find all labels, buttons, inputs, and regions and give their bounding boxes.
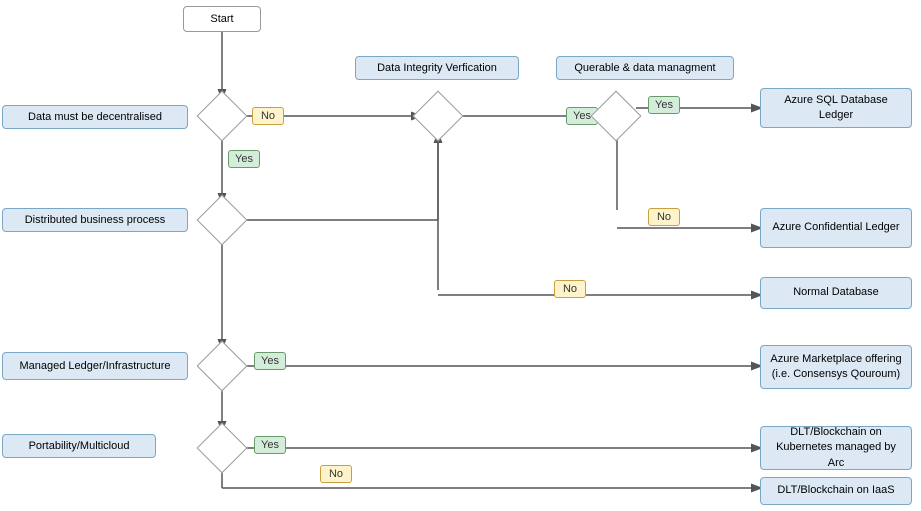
diamond-managed — [204, 348, 240, 384]
diamond-distributed — [204, 202, 240, 238]
diamond-decentralised — [204, 98, 240, 134]
result-azure-confidential: Azure Confidential Ledger — [760, 208, 912, 248]
result-dlt-kubernetes: DLT/Blockchain on Kubernetes managed by … — [760, 426, 912, 470]
label-d1-no: No — [252, 107, 284, 125]
result-dlt-iaas: DLT/Blockchain on IaaS — [760, 477, 912, 505]
header-integrity: Data Integrity Verfication — [355, 56, 519, 80]
question-portability: Portability/Multicloud — [2, 434, 156, 458]
label-d4-no: No — [320, 465, 352, 483]
label-d1-yes: Yes — [228, 150, 260, 168]
result-azure-marketplace: Azure Marketplace offering (i.e. Consens… — [760, 345, 912, 389]
result-azure-sql: Azure SQL Database Ledger — [760, 88, 912, 128]
label-d4-yes: Yes — [254, 436, 286, 454]
flowchart-diagram: Start Data Integrity Verfication Querabl… — [0, 0, 921, 511]
result-normal-db: Normal Database — [760, 277, 912, 309]
label-integrity-no: No — [554, 280, 586, 298]
diamond-querable — [598, 98, 634, 134]
label-querable-yes: Yes — [648, 96, 680, 114]
question-decentralised: Data must be decentralised — [2, 105, 188, 129]
start-node: Start — [183, 6, 261, 32]
question-managed: Managed Ledger/Infrastructure — [2, 352, 188, 380]
header-querable: Querable & data managment — [556, 56, 734, 80]
label-querable-no: No — [648, 208, 680, 226]
diamond-integrity — [420, 98, 456, 134]
diamond-portability — [204, 430, 240, 466]
label-d3-yes: Yes — [254, 352, 286, 370]
question-distributed: Distributed business process — [2, 208, 188, 232]
